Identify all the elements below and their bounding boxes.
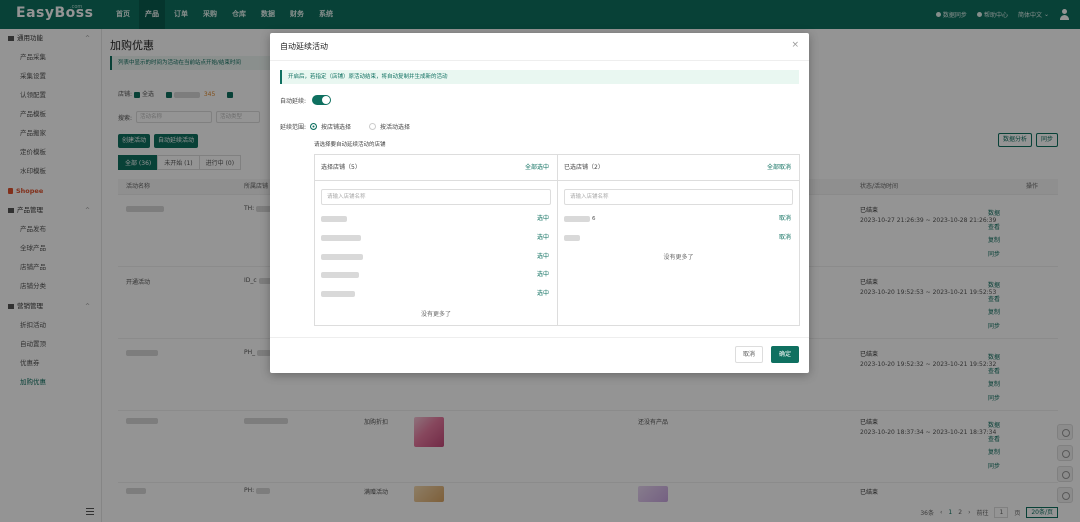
select-shop-button[interactable]: 选中	[537, 270, 549, 280]
shop-list-item: 选中	[321, 289, 549, 299]
select-shop-button[interactable]: 选中	[537, 289, 549, 299]
selected-shop-item: 6 取消	[564, 214, 791, 224]
deselect-all-shops-button[interactable]: 全部取消	[767, 155, 791, 181]
select-shop-hint: 请选择要自动延续活动的店铺	[314, 142, 386, 148]
shop-name-redacted	[321, 254, 363, 260]
scope-row: 延续范围: 按店铺选择 按活动选择	[280, 122, 410, 131]
scope-by-activity-label[interactable]: 按活动选择	[380, 122, 410, 131]
close-icon[interactable]: ×	[791, 40, 799, 50]
select-shop-button[interactable]: 选中	[537, 252, 549, 262]
available-shops-title: 选择店铺（5）	[321, 164, 361, 171]
scope-by-shop-label[interactable]: 按店铺选择	[321, 122, 351, 131]
shop-name-redacted	[321, 272, 359, 278]
scope-by-shop-radio[interactable]	[310, 123, 318, 130]
dialog-title: 自动延续活动	[280, 42, 328, 51]
no-more-text: 没有更多了	[420, 311, 451, 318]
available-shop-search-input[interactable]: 请输入店铺名称	[321, 189, 551, 205]
divider	[270, 60, 809, 61]
shop-list-item: 选中	[321, 214, 549, 224]
selected-shop-search-input[interactable]: 请输入店铺名称	[564, 189, 793, 205]
scope-by-activity-radio[interactable]	[369, 123, 377, 130]
selected-shops-title: 已选店铺（2）	[564, 164, 604, 171]
shop-name-redacted	[321, 291, 355, 297]
app-root: EasyBoss .com 首页 产品 订单 采购 仓库 数据 财务 系统 数据…	[0, 0, 1080, 522]
shop-name-redacted	[564, 235, 580, 241]
select-shop-button[interactable]: 选中	[537, 233, 549, 243]
selected-shops-header: 已选店铺（2） 全部取消	[558, 155, 799, 181]
select-shop-button[interactable]: 选中	[537, 214, 549, 224]
cancel-button[interactable]: 取消	[734, 346, 763, 363]
shop-list-item: 选中	[321, 252, 549, 262]
shop-name-redacted	[321, 216, 347, 222]
scope-label: 延续范围:	[280, 124, 307, 131]
dialog-tip: 开启后，若指定（店铺）原活动结束，将自动复制并生成新的活动	[280, 70, 799, 84]
select-all-shops-button[interactable]: 全部选中	[525, 155, 549, 181]
remove-shop-button[interactable]: 取消	[779, 214, 791, 224]
auto-continue-row: 自动延续:	[280, 95, 332, 105]
shop-name-redacted	[321, 235, 361, 241]
divider	[270, 337, 809, 338]
auto-continue-dialog: 自动延续活动 × 开启后，若指定（店铺）原活动结束，将自动复制并生成新的活动 自…	[270, 33, 809, 373]
confirm-button[interactable]: 确定	[770, 346, 799, 363]
shop-name-redacted	[564, 216, 590, 222]
shop-name-suffix: 6	[592, 216, 596, 222]
available-shops-pane: 选择店铺（5） 全部选中 请输入店铺名称 选中 选中 选中 选中 选中 没有更多…	[315, 155, 558, 325]
shop-transfer: 选择店铺（5） 全部选中 请输入店铺名称 选中 选中 选中 选中 选中 没有更多…	[314, 154, 800, 326]
remove-shop-button[interactable]: 取消	[779, 233, 791, 243]
auto-continue-label: 自动延续:	[280, 97, 307, 105]
shop-list-item: 选中	[321, 270, 549, 280]
no-more-text: 没有更多了	[663, 254, 694, 261]
auto-continue-toggle[interactable]	[312, 95, 332, 105]
shop-list-item: 选中	[321, 233, 549, 243]
available-shops-header: 选择店铺（5） 全部选中	[315, 155, 557, 181]
selected-shops-pane: 已选店铺（2） 全部取消 请输入店铺名称 6 取消 取消 没有更多了	[558, 155, 799, 325]
selected-shop-item: 取消	[564, 233, 791, 243]
